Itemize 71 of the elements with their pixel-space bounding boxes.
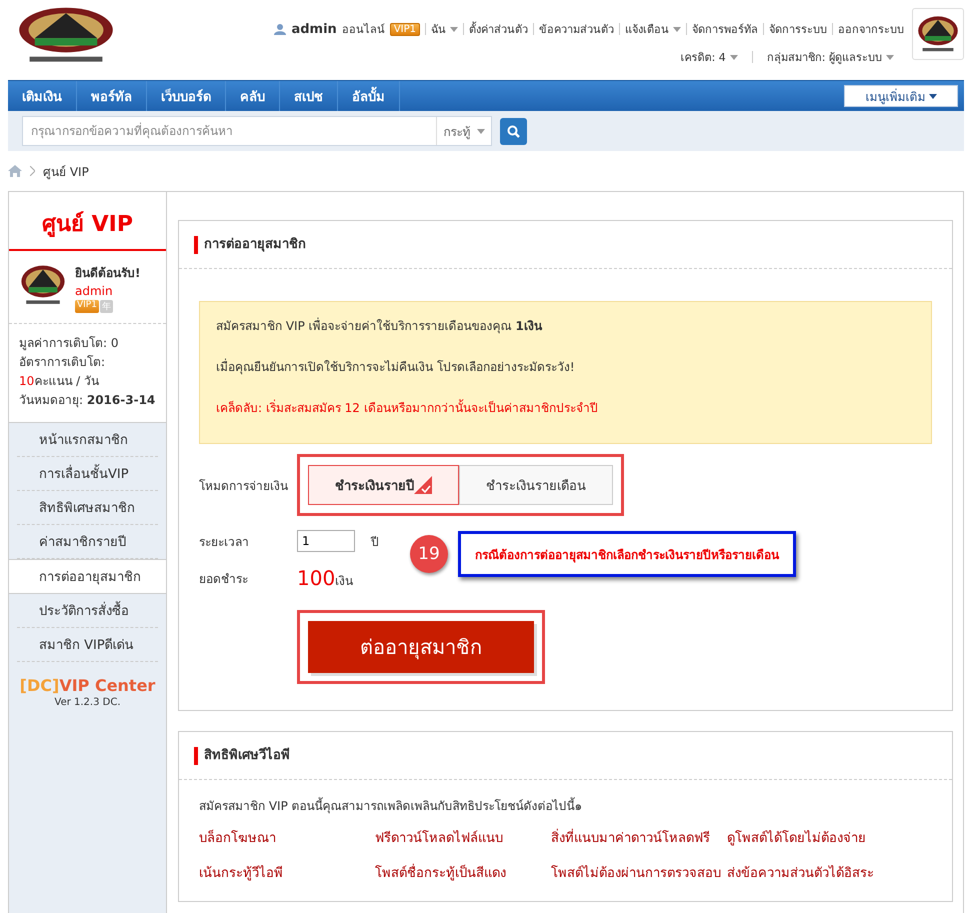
field-label: ระยะเวลา — [199, 534, 250, 550]
privilege-link[interactable]: ฟรีดาวน์โหลดไฟล์แนบ — [375, 827, 551, 848]
header-link[interactable]: จัดการระบบ — [769, 20, 827, 38]
caret-icon — [730, 54, 738, 60]
field-label: ยอดชำระ — [199, 570, 249, 588]
privilege-link[interactable]: ดูโพสต์ได้โดยไม่ต้องจ่าย — [727, 827, 932, 848]
search-field[interactable]: กรุณากรอกข้อความที่คุณต้องการค้นหา กระทู้ — [22, 116, 492, 146]
avatar-logo — [19, 263, 67, 307]
sidebar-menu-item[interactable]: ประวัติการสั่งซื้อ — [17, 594, 158, 628]
privilege-link[interactable]: โพสต์ไม่ต้องผ่านการตรวจสอบ — [551, 862, 727, 883]
online-status: ออนไลน์ — [342, 22, 385, 38]
duration-field[interactable]: 1 — [297, 530, 355, 552]
privilege-link[interactable]: บล็อกโฆษณา — [199, 827, 375, 848]
welcome-text: ยินดีต้อนรับ! — [75, 265, 140, 282]
scope-dropdown[interactable]: กระทู้ — [436, 117, 491, 145]
notice-text: เมื่อคุณยืนยันการเปิดใช้บริการจะไม่คืนเงิน โปรดเลือกอย่างระมัดระวัง! — [216, 358, 576, 376]
callout-box: กรณีต้องการต่ออายุสมาชิกเลือกชำระเงินรายปีหรือรายเดือน — [458, 531, 796, 577]
logo-icon — [916, 14, 960, 54]
panel-title: สิทธิพิเศษวีไอพี — [194, 746, 290, 764]
privilege-link[interactable]: ส่งข้อความส่วนตัวได้อิสระ — [727, 862, 932, 883]
sidebar-menu-item[interactable]: การต่ออายุสมาชิก — [9, 559, 166, 594]
header-link[interactable]: ออกจากระบบ — [838, 20, 904, 38]
payment-option[interactable]: ชำระเงินรายเดือน — [459, 465, 613, 505]
header-link[interactable]: ตั้งค่าส่วนตัว — [469, 20, 528, 38]
notice-text: สมัครสมาชิก VIP เพื่อจะจ่ายค่าใช้บริการรายเดือนของคุณ 1เงิน — [216, 316, 544, 335]
tip-text: เคล็ดลับ: เริ่มสะสมสมัคร 12 เดือนหรือมากกว่านั้นจะเป็นค่าสมาชิกประจำปี — [216, 398, 599, 417]
vip-badge: VIP1 — [75, 300, 99, 313]
growth-rate: อัตราการเติบโต: 10คะแนน / วัน — [19, 354, 106, 390]
vip-center-logo-text: [DC]VIP Center — [18, 676, 156, 695]
search-icon — [507, 124, 520, 138]
caret-icon — [673, 26, 681, 32]
privilege-link[interactable]: สิ่งที่แนบมาค่าดาวน์โหลดฟรี — [551, 827, 727, 848]
header-link[interactable]: กลุ่มสมาชิก: ผู้ดูแลระบบ — [766, 48, 894, 66]
sidebar-menu-item[interactable]: การเลื่อนชั้นVIP — [17, 457, 158, 491]
amount-value: 100 — [297, 566, 336, 590]
field-label: โหมดการจ่ายเงิน — [199, 478, 289, 494]
growth-value: มูลค่าการเติบโต: 0 — [19, 335, 120, 352]
user-icon — [274, 23, 286, 35]
breadcrumb-item[interactable]: ศูนย์ VIP — [43, 162, 89, 180]
privilege-link[interactable]: โพสต์ชื่อกระทู้เป็นสีแดง — [375, 862, 551, 883]
sidebar-menu-item[interactable]: สมาชิก VIPดีเด่น — [17, 628, 158, 662]
header-link[interactable]: เครดิต: 4 — [680, 48, 738, 66]
header-link[interactable]: ข้อความส่วนตัว — [539, 20, 614, 38]
intro-text: สมัครสมาชิก VIP ตอนนี้คุณสามารถเพลิดเพลินกับสิทธิประโยชน์ดังต่อไปนี้๑ — [199, 796, 584, 815]
caret-icon — [450, 26, 458, 32]
sidebar-menu-item[interactable]: สิทธิพิเศษสมาชิก — [17, 491, 158, 525]
username[interactable]: admin — [75, 284, 140, 298]
search-button[interactable] — [500, 118, 527, 144]
panel-title: การต่ออายุสมาชิก — [194, 236, 306, 254]
chevron-icon — [30, 166, 35, 176]
more-menu-button[interactable]: เมนูเพิ่มเติม — [844, 85, 958, 107]
unit-label: เงิน — [335, 573, 354, 590]
header-link[interactable]: จัดการพอร์ทัล — [692, 20, 758, 38]
sidebar-title: ศูนย์ VIP — [9, 192, 166, 251]
vip-badge: VIP1 — [390, 22, 420, 36]
step-number-badge: 19 — [410, 535, 448, 573]
username[interactable]: admin — [291, 22, 337, 36]
header-link[interactable]: แจ้งเตือน — [625, 20, 681, 38]
privilege-link[interactable]: เน้นกระทู้วีไอพี — [199, 862, 375, 883]
avatar-logo[interactable] — [912, 8, 964, 60]
caret-icon — [886, 54, 894, 60]
payment-option[interactable]: ชำระเงินรายปี — [308, 465, 459, 505]
caret-icon — [476, 128, 484, 134]
sidebar-menu-item[interactable]: หน้าแรกสมาชิก — [17, 423, 158, 457]
check-corner-icon — [414, 476, 432, 494]
expiry-date: วันหมดอายุ: 2016-3-14 — [19, 392, 156, 410]
unit-label: ปี — [371, 534, 379, 550]
version-text: Ver 1.2.3 DC. — [54, 697, 122, 708]
renew-button[interactable]: ต่ออายุสมาชิก — [308, 621, 534, 673]
caret-icon — [928, 94, 936, 98]
header-link[interactable]: ฉัน — [431, 20, 458, 38]
